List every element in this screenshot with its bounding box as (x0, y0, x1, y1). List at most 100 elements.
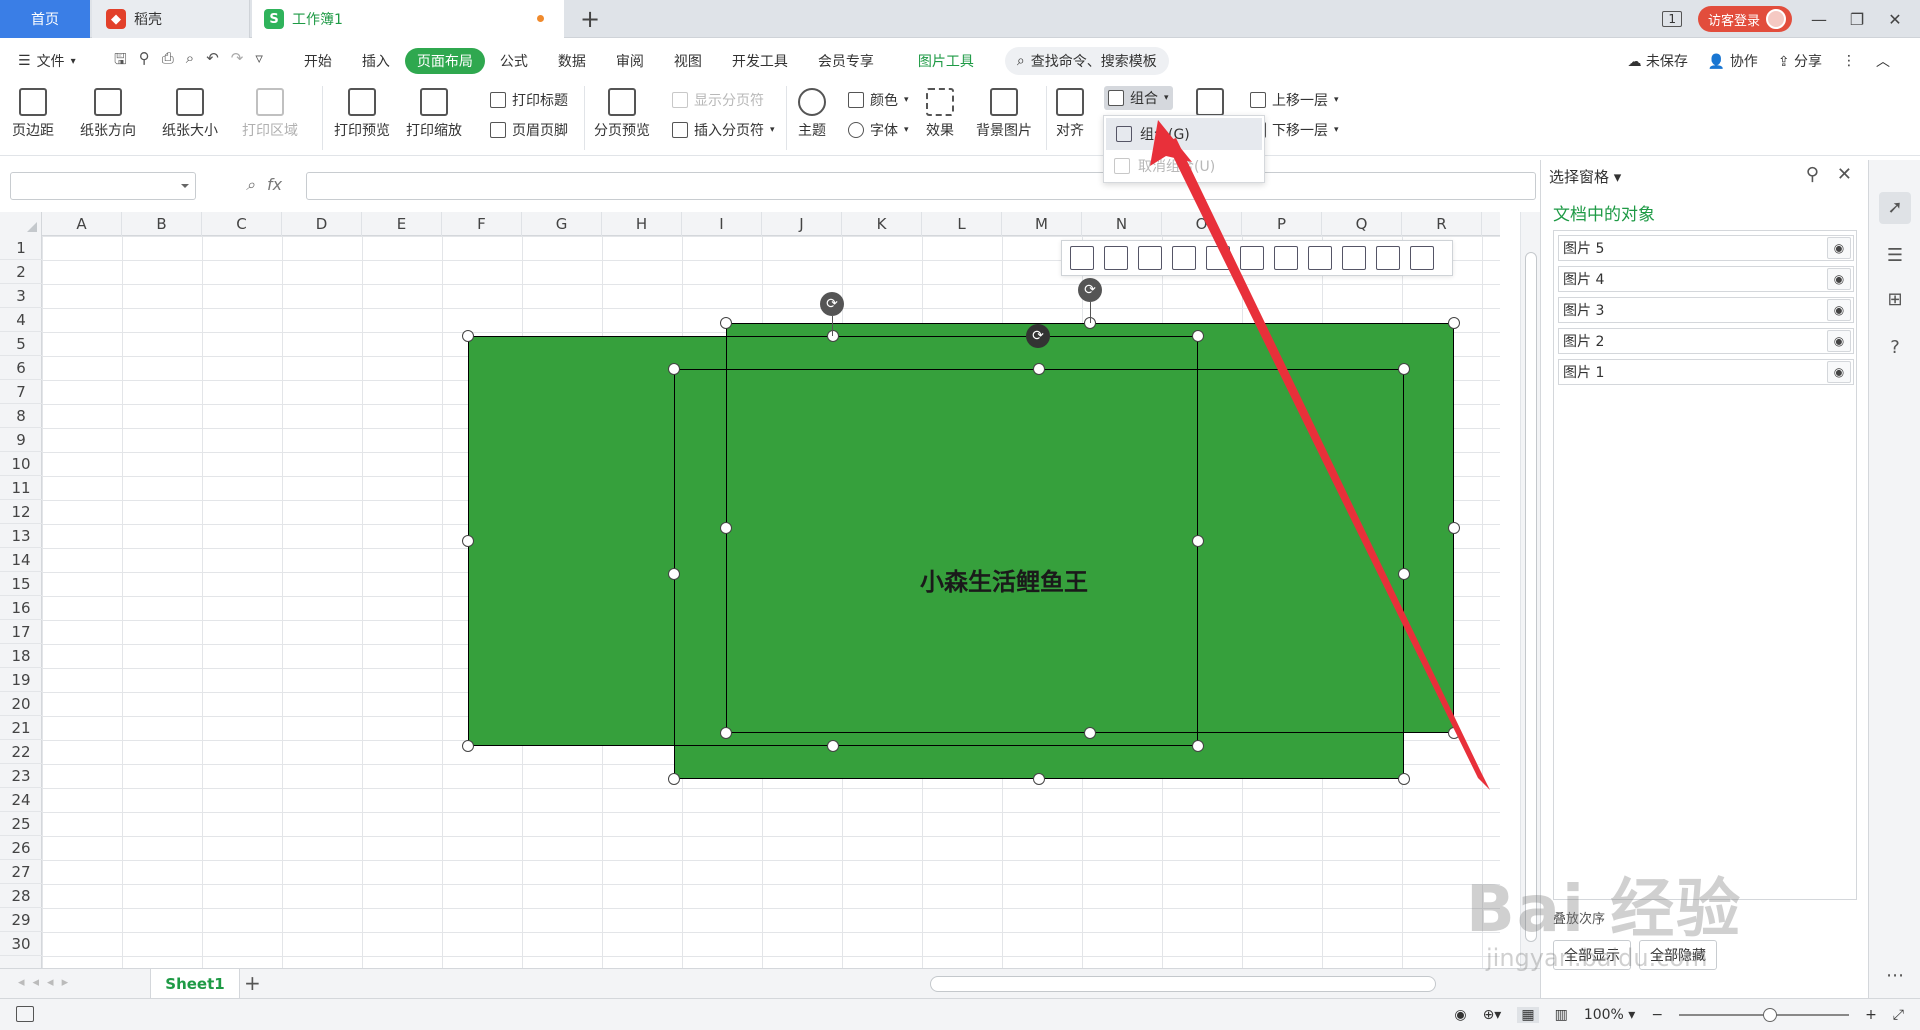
zoom-formula-icon[interactable]: ⌕ (246, 175, 255, 195)
share-button[interactable]: ⇪ 分享 (1778, 51, 1822, 71)
resize-handle[interactable] (1192, 740, 1204, 752)
pin-icon[interactable]: ⚲ (1806, 164, 1819, 185)
view-mode-icon[interactable]: ⊕▾ (1483, 1007, 1502, 1023)
tab-insert[interactable]: 插入 (347, 48, 405, 74)
margin-button[interactable]: 页边距 (12, 88, 54, 140)
align-left-icon[interactable] (1070, 246, 1094, 270)
column-header-G[interactable]: G (522, 212, 602, 236)
resize-handle[interactable] (1448, 522, 1460, 534)
more-icon[interactable]: ⋮ (1842, 53, 1856, 69)
zoom-out-button[interactable]: − (1651, 1007, 1663, 1023)
name-box[interactable] (10, 172, 196, 200)
column-header-I[interactable]: I (682, 212, 762, 236)
resize-handle[interactable] (1033, 773, 1045, 785)
tab-formula[interactable]: 公式 (485, 48, 543, 74)
zoom-slider-knob[interactable] (1763, 1008, 1778, 1022)
resize-handle[interactable] (668, 773, 680, 785)
column-header-B[interactable]: B (122, 212, 202, 236)
format-painter-icon[interactable]: ⚲ (139, 49, 150, 74)
column-header-M[interactable]: M (1002, 212, 1082, 236)
zoom-slider[interactable] (1679, 1008, 1850, 1022)
row-header-1[interactable]: 1 (0, 236, 42, 260)
redo-icon[interactable]: ↷ (231, 49, 244, 74)
row-header-12[interactable]: 12 (0, 500, 42, 524)
page-break-preview-button[interactable]: 分页预览 (594, 88, 650, 140)
tab-data[interactable]: 数据 (543, 48, 601, 74)
login-button[interactable]: 访客登录 (1697, 6, 1792, 32)
unsaved-button[interactable]: ☁ 未保存 (1627, 51, 1687, 71)
resize-handle[interactable] (1033, 363, 1045, 375)
column-header-A[interactable]: A (42, 212, 122, 236)
row-header-3[interactable]: 3 (0, 284, 42, 308)
tab-review[interactable]: 审阅 (601, 48, 659, 74)
new-tab-button[interactable]: + (580, 5, 600, 33)
cursor-icon[interactable]: ➚ (1879, 192, 1911, 224)
row-header-5[interactable]: 5 (0, 332, 42, 356)
row-header-15[interactable]: 15 (0, 572, 42, 596)
column-header-C[interactable]: C (202, 212, 282, 236)
resize-handle[interactable] (1448, 727, 1460, 739)
column-header-L[interactable]: L (922, 212, 1002, 236)
row-header-18[interactable]: 18 (0, 644, 42, 668)
column-header-K[interactable]: K (842, 212, 922, 236)
list-item[interactable]: 图片 4 ◉ (1558, 266, 1854, 292)
horizontal-scrollbar[interactable] (930, 976, 1436, 992)
row-header-23[interactable]: 23 (0, 764, 42, 788)
page-view-icon[interactable]: ▥ (1555, 1007, 1568, 1023)
tab-start[interactable]: 开始 (289, 48, 347, 74)
row-header-22[interactable]: 22 (0, 740, 42, 764)
tab-developer[interactable]: 开发工具 (717, 48, 803, 74)
more-icon[interactable]: ⋯ (1879, 960, 1911, 992)
row-header-9[interactable]: 9 (0, 428, 42, 452)
resize-handle[interactable] (827, 330, 839, 342)
column-header-J[interactable]: J (762, 212, 842, 236)
bg-image-button[interactable]: 背景图片 (976, 88, 1032, 140)
close-icon[interactable]: ✕ (1837, 164, 1852, 185)
close-button[interactable]: ✕ (1884, 10, 1906, 29)
center-page-icon[interactable] (1274, 246, 1298, 270)
picture-options-icon[interactable] (1410, 246, 1434, 270)
collab-button[interactable]: 👤 协作 (1708, 51, 1758, 71)
color-button[interactable]: 颜色 ▾ (848, 88, 909, 112)
column-header-O[interactable]: O (1162, 212, 1242, 236)
column-header-H[interactable]: H (602, 212, 682, 236)
help-icon[interactable]: ? (1879, 332, 1911, 364)
tab-view[interactable]: 视图 (659, 48, 717, 74)
formula-input[interactable] (306, 172, 1536, 200)
tab-daoke[interactable]: ◆ 稻壳 (92, 0, 250, 38)
row-header-14[interactable]: 14 (0, 548, 42, 572)
resize-handle[interactable] (1398, 568, 1410, 580)
minimize-button[interactable]: — (1808, 10, 1830, 29)
resize-handle[interactable] (1192, 330, 1204, 342)
command-search[interactable]: ⌕ 查找命令、搜索模板 (1004, 47, 1169, 75)
vertical-scroll-thumb[interactable] (1525, 252, 1537, 942)
selection-pane-title[interactable]: 选择窗格 ▾ (1549, 166, 1621, 187)
distribute-horizontal-icon[interactable] (1308, 246, 1332, 270)
eye-protect-icon[interactable]: ◉ (1454, 1007, 1466, 1023)
resize-handle[interactable] (1448, 317, 1460, 329)
resize-handle[interactable] (720, 522, 732, 534)
print-title-button[interactable]: 打印标题 (490, 88, 568, 112)
save-icon[interactable]: 🖫 (114, 49, 127, 74)
column-header-D[interactable]: D (282, 212, 362, 236)
select-all-corner[interactable] (0, 212, 42, 236)
resize-handle[interactable] (462, 330, 474, 342)
resize-handle[interactable] (668, 363, 680, 375)
group-menu-item[interactable]: 组合(G) (1106, 118, 1262, 150)
header-footer-button[interactable]: 页眉页脚 (490, 118, 568, 142)
row-header-29[interactable]: 29 (0, 908, 42, 932)
sheet-nav-arrows[interactable]: ◂◂◂▸ (18, 975, 76, 990)
column-header-E[interactable]: E (362, 212, 442, 236)
paper-size-button[interactable]: 纸张大小 (162, 88, 218, 140)
align-center-icon[interactable] (1104, 246, 1128, 270)
row-header-21[interactable]: 21 (0, 716, 42, 740)
list-item[interactable]: 图片 2 ◉ (1558, 328, 1854, 354)
row-header-30[interactable]: 30 (0, 932, 42, 956)
align-bottom-icon[interactable] (1240, 246, 1264, 270)
zoom-in-button[interactable]: + (1865, 1007, 1877, 1023)
row-header-17[interactable]: 17 (0, 620, 42, 644)
row-header-4[interactable]: 4 (0, 308, 42, 332)
resize-handle[interactable] (720, 727, 732, 739)
print-area-button[interactable]: 打印区域 (242, 88, 298, 140)
eye-icon[interactable]: ◉ (1827, 299, 1851, 321)
